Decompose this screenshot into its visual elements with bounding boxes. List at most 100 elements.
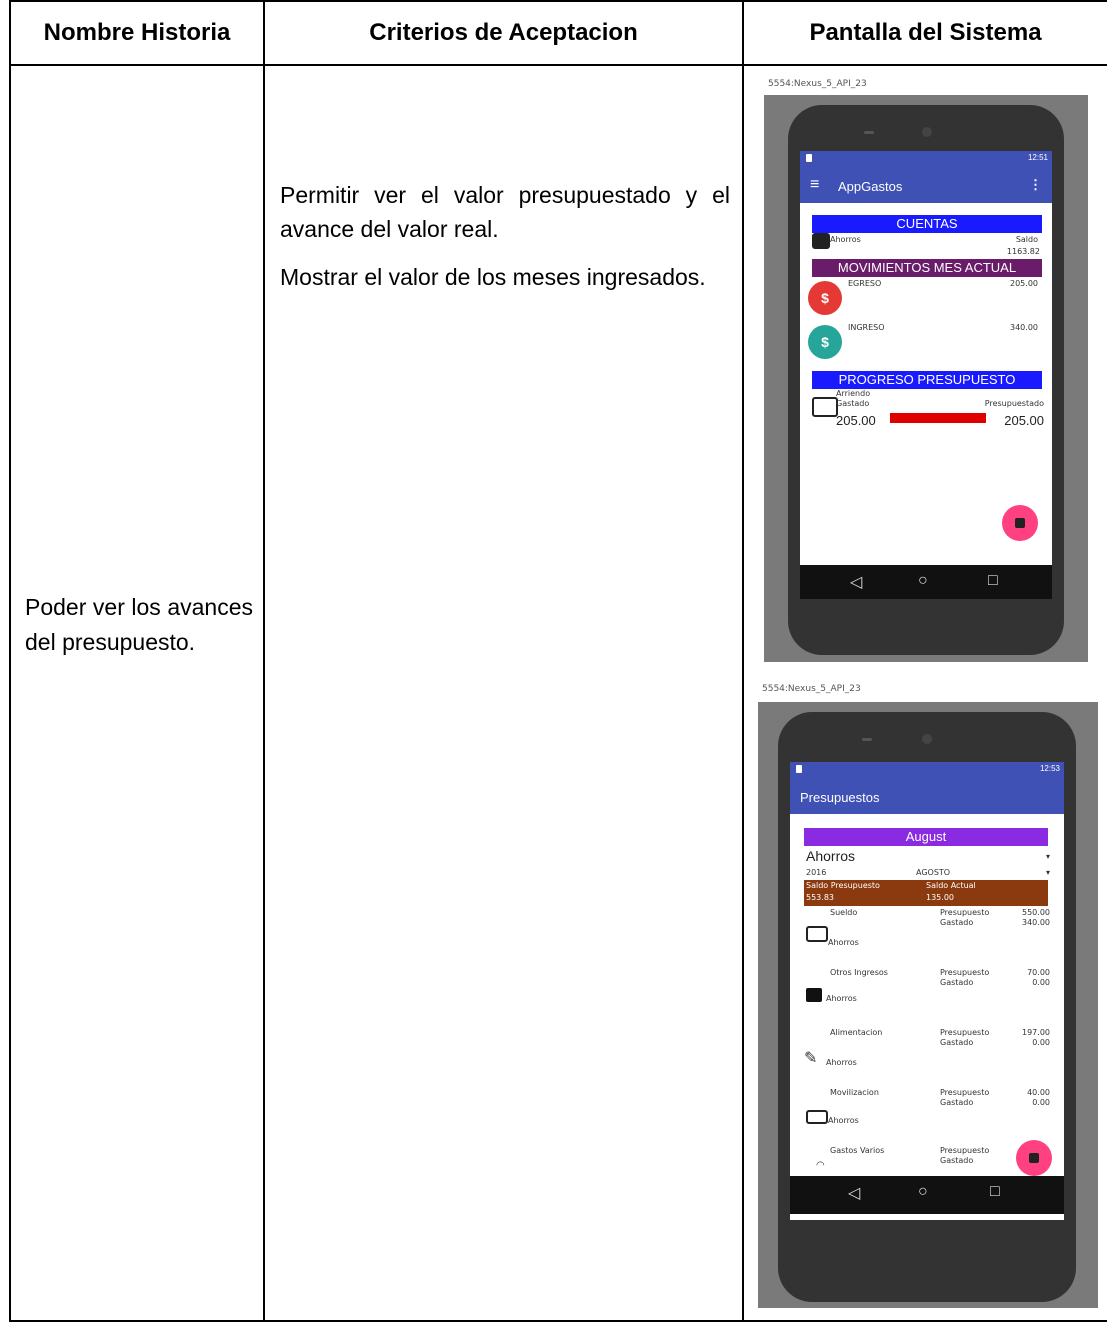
app-title: AppGastos [838, 179, 903, 194]
progress-bar [890, 413, 986, 423]
speaker-icon [864, 131, 874, 134]
list-item[interactable]: Otros Ingresos Presupuesto 70.00 Gastado… [790, 968, 1064, 1026]
list-item[interactable]: Movilizacion Presupuesto 40.00 Gastado 0… [790, 1088, 1064, 1146]
criteria-cell: Permitir ver el valor presupuestado y el… [263, 64, 744, 1322]
house-icon [812, 397, 838, 417]
gastado-label: Gastado [940, 1156, 974, 1165]
item-account: Ahorros [826, 994, 857, 1003]
fab-button[interactable] [1016, 1140, 1052, 1176]
story-text: Poder ver los avances del presupuesto. [25, 594, 253, 655]
story-cell: Poder ver los avances del presupuesto. [9, 64, 265, 1322]
list-item[interactable]: Sueldo Presupuesto 550.00 Gastado 340.00… [790, 908, 1064, 966]
header-criterios: Criterios de Aceptacion [263, 0, 744, 66]
home-icon[interactable]: ○ [918, 572, 928, 590]
overflow-menu-icon[interactable]: ⋮ [1029, 177, 1042, 193]
egreso-icon: $ [808, 281, 842, 315]
egreso-value: 205.00 [1010, 279, 1038, 288]
coins-icon [812, 233, 830, 249]
item-name: Sueldo [830, 908, 858, 917]
item-name: Otros Ingresos [830, 968, 888, 977]
saldo-band: Saldo Presupuesto 553.83 Saldo Actual 13… [804, 880, 1048, 906]
presupuesto-label: Presupuesto [940, 1146, 990, 1155]
egreso-label: EGRESO [848, 279, 882, 288]
screens-cell: 5554:Nexus_5_API_23 12:51 ≡ AppGastos ⋮ … [742, 64, 1107, 1322]
emulator-screenshot-1: 5554:Nexus_5_API_23 12:51 ≡ AppGastos ⋮ … [764, 77, 1088, 662]
criteria-item: Permitir ver el valor presupuestado y el… [280, 182, 730, 242]
header-nombre-historia: Nombre Historia [9, 0, 265, 66]
saldo-presupuesto-value: 553.83 [806, 893, 834, 902]
item-account: Ahorros [828, 1116, 859, 1125]
status-bar: 12:53 [790, 762, 1064, 778]
add-icon [1029, 1153, 1039, 1163]
recents-icon[interactable]: □ [990, 1183, 1000, 1201]
gastado-label: Gastado [940, 978, 974, 987]
presupuestado-label: Presupuestado [984, 399, 1044, 408]
hamburger-menu-icon[interactable]: ≡ [810, 177, 819, 193]
presupuesto-label: Presupuesto [940, 1028, 990, 1037]
emulator-screenshot-2: 5554:Nexus_5_API_23 12:53 Presupuestos A… [758, 682, 1098, 1308]
app-bar: ≡ AppGastos ⋮ [800, 167, 1052, 203]
camera-icon [922, 127, 932, 137]
lock-icon [796, 765, 802, 773]
saldo-actual-value: 135.00 [926, 893, 954, 902]
back-icon[interactable]: ◁ [848, 1183, 860, 1203]
ingreso-label: INGRESO [848, 323, 885, 332]
presupuesto-label: Presupuesto [940, 1088, 990, 1097]
item-name: Gastos Varios [830, 1146, 885, 1155]
item-name: Movilizacion [830, 1088, 879, 1097]
app-title: Presupuestos [800, 790, 880, 805]
month-select[interactable]: AGOSTO [916, 868, 950, 877]
list-item[interactable]: Alimentacion Presupuesto 197.00 Gastado … [790, 1028, 1064, 1086]
item-presupuesto: 550.00 [1022, 908, 1050, 917]
nav-bar: ◁ ○ □ [790, 1176, 1064, 1214]
emulator-frame: 12:51 ≡ AppGastos ⋮ CUENTAS Ahorros Sald… [764, 95, 1088, 662]
phone-body: 12:51 ≡ AppGastos ⋮ CUENTAS Ahorros Sald… [788, 105, 1064, 655]
speaker-icon [862, 738, 872, 741]
item-account: Ahorros [828, 938, 859, 947]
year-select[interactable]: 2016 [806, 868, 826, 877]
camera-icon [922, 734, 932, 744]
fab-button[interactable] [1002, 505, 1038, 541]
add-icon [1015, 518, 1025, 528]
status-time: 12:53 [1039, 764, 1060, 773]
saldo-presupuesto-label: Saldo Presupuesto [806, 881, 880, 890]
item-presupuesto: 40.00 [1027, 1088, 1050, 1097]
food-icon: ✎ [804, 1048, 818, 1067]
chevron-down-icon[interactable]: ▾ [1046, 868, 1050, 877]
emulator-window-title: 5554:Nexus_5_API_23 [768, 79, 867, 89]
gastado-label: Gastado [940, 1038, 974, 1047]
movimientos-header: MOVIMIENTOS MES ACTUAL [812, 259, 1042, 277]
nav-bar: ◁ ○ □ [800, 565, 1052, 599]
presupuesto-label: Presupuesto [940, 908, 990, 917]
saldo-actual-label: Saldo Actual [926, 881, 976, 890]
phone-body: 12:53 Presupuestos August Ahorros ▾ 2016… [778, 712, 1076, 1302]
gastado-label: Gastado [940, 1098, 974, 1107]
phone-screen: 12:53 Presupuestos August Ahorros ▾ 2016… [790, 762, 1064, 1220]
criteria-list: Permitir ver el valor presupuestado y el… [280, 178, 730, 308]
gauge-icon: ◠ [816, 1160, 825, 1171]
arriendo-label: Arriendo [836, 389, 871, 398]
cash-icon [806, 926, 828, 942]
moneybag-icon [806, 988, 822, 1002]
gastado-label: Gastado [836, 399, 870, 408]
ingreso-icon: $ [808, 325, 842, 359]
recents-icon[interactable]: □ [988, 572, 998, 590]
account-name[interactable]: Ahorros [830, 235, 861, 244]
header-pantalla: Pantalla del Sistema [742, 0, 1107, 66]
home-icon[interactable]: ○ [918, 1183, 928, 1201]
item-presupuesto: 70.00 [1027, 968, 1050, 977]
emulator-frame: 12:53 Presupuestos August Ahorros ▾ 2016… [758, 702, 1098, 1308]
item-gastado: 0.00 [1032, 978, 1050, 987]
gastado-value: 205.00 [836, 413, 876, 428]
saldo-label: Saldo [1015, 235, 1038, 244]
chevron-down-icon[interactable]: ▾ [1046, 852, 1050, 861]
back-icon[interactable]: ◁ [850, 572, 862, 592]
bus-icon [806, 1110, 828, 1124]
status-bar: 12:51 [800, 151, 1052, 167]
item-gastado: 0.00 [1032, 1098, 1050, 1107]
item-account: Ahorros [826, 1058, 857, 1067]
cuentas-header: CUENTAS [812, 215, 1042, 233]
month-header: August [804, 828, 1048, 846]
account-select[interactable]: Ahorros [806, 848, 855, 864]
lock-icon [806, 154, 812, 162]
